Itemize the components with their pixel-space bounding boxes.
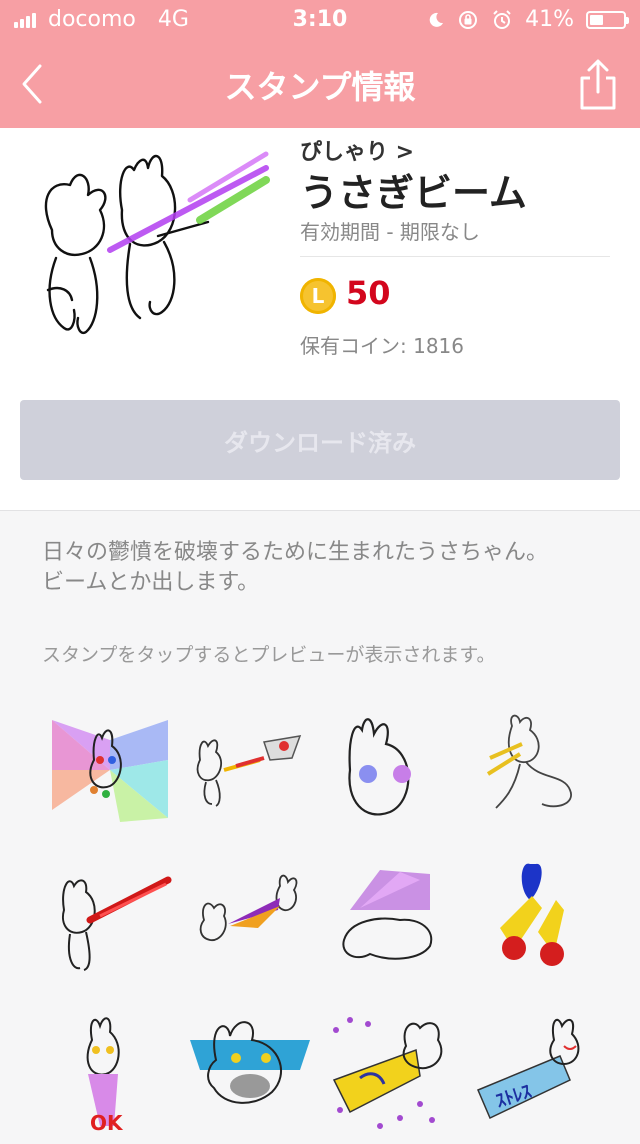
status-right: 41% bbox=[427, 7, 629, 32]
battery-icon bbox=[586, 10, 629, 29]
sticker-item[interactable] bbox=[460, 850, 600, 990]
sticker-item[interactable] bbox=[180, 700, 320, 840]
page-title: スタンプ情報 bbox=[224, 68, 416, 106]
sticker-item[interactable] bbox=[460, 700, 600, 840]
download-button[interactable]: ダウンロード済み bbox=[20, 400, 620, 480]
price: 50 bbox=[346, 274, 391, 312]
preview-hint: スタンプをタップするとプレビューが表示されます。 bbox=[42, 644, 496, 666]
sticker-item[interactable] bbox=[320, 1000, 460, 1140]
alarm-icon bbox=[493, 9, 511, 29]
sticker-item[interactable] bbox=[320, 850, 460, 990]
sticker-item[interactable] bbox=[180, 1000, 320, 1140]
top-bar: docomo 4G 3:10 41% スタンプ情報 bbox=[0, 0, 640, 128]
description-line-2: ビームとか出します。 bbox=[42, 570, 260, 595]
sticker-item[interactable]: OK bbox=[40, 1000, 180, 1140]
sticker-title: うさぎビーム bbox=[300, 171, 527, 215]
main-sticker-image bbox=[44, 151, 270, 335]
coin-balance: 保有コイン: 1816 bbox=[300, 330, 464, 359]
description: 日々の鬱憤を破壊するために生まれたうさちゃん。 ビームとか出します。 bbox=[42, 538, 612, 598]
sticker-item[interactable] bbox=[40, 850, 180, 990]
moon-icon bbox=[429, 12, 444, 27]
svg-text:OK: OK bbox=[90, 1111, 124, 1135]
coin-balance-text: 保有コイン: 1816 bbox=[300, 334, 464, 358]
share-icon[interactable] bbox=[576, 56, 620, 112]
description-line-1: 日々の鬱憤を破壊するために生まれたうさちゃん。 bbox=[42, 540, 549, 565]
sticker-item[interactable] bbox=[180, 850, 320, 990]
divider bbox=[300, 256, 610, 257]
battery-percent: 41% bbox=[525, 7, 574, 32]
sticker-item[interactable] bbox=[40, 700, 180, 840]
product-card: ぴしゃり > うさぎビーム 有効期間 - 期限なし L 50 保有コイン: 18… bbox=[0, 128, 640, 511]
nav-bar: スタンプ情報 bbox=[0, 40, 640, 128]
validity-text: 有効期間 - 期限なし bbox=[300, 220, 480, 244]
sticker-item[interactable] bbox=[320, 700, 460, 840]
status-bar: docomo 4G 3:10 41% bbox=[0, 0, 640, 40]
rotation-lock-icon bbox=[459, 10, 478, 29]
sticker-item[interactable]: ｽﾄﾚｽ bbox=[460, 1000, 600, 1140]
battery-level bbox=[590, 14, 603, 25]
coin-icon: L bbox=[300, 278, 336, 314]
